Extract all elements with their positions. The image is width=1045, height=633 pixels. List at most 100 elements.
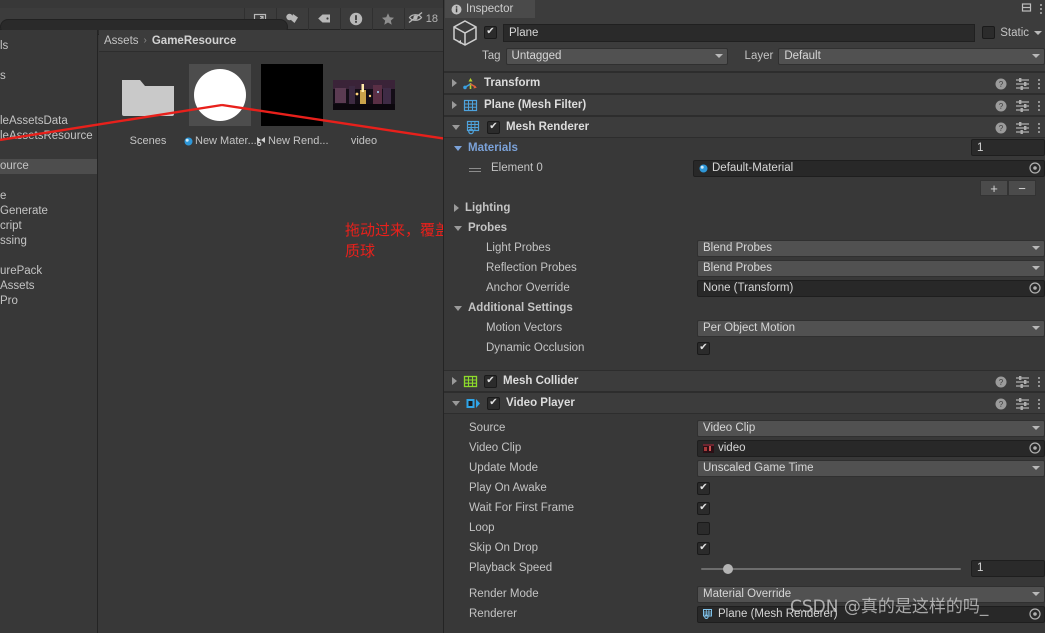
gameobject-enabled-checkbox[interactable]: [484, 26, 497, 39]
component-menu-icon[interactable]: [1038, 123, 1040, 133]
materials-count-field[interactable]: 1: [971, 139, 1045, 156]
motion-vectors-dropdown[interactable]: Per Object Motion: [697, 319, 1045, 337]
probes-section-header[interactable]: Probes: [444, 218, 1045, 238]
foldout-arrow-icon[interactable]: [454, 225, 462, 231]
help-icon[interactable]: ?: [995, 78, 1007, 90]
skip-on-drop-checkbox[interactable]: [697, 541, 710, 555]
preset-icon[interactable]: [1016, 100, 1029, 112]
foldout-arrow-icon[interactable]: [452, 377, 457, 385]
tree-item-6[interactable]: Generate: [0, 204, 97, 219]
help-icon[interactable]: ?: [995, 122, 1007, 134]
breadcrumb[interactable]: Assets › GameResource: [99, 30, 443, 52]
property-row-renderer: Renderer Plane (Mesh Renderer): [444, 604, 1045, 624]
help-icon[interactable]: ?: [995, 398, 1007, 410]
material-element-objectfield[interactable]: Default-Material: [693, 159, 1045, 177]
chevron-down-icon: [714, 54, 723, 58]
preset-icon[interactable]: [1016, 376, 1029, 388]
additional-settings-section-header[interactable]: Additional Settings: [444, 298, 1045, 318]
component-enabled-checkbox[interactable]: [487, 396, 500, 410]
source-dropdown[interactable]: Video Clip: [697, 419, 1045, 437]
preset-icon[interactable]: [1016, 78, 1029, 90]
tree-item-1[interactable]: s: [0, 69, 97, 84]
tree-item-gameresource[interactable]: ource: [0, 159, 97, 174]
play-on-awake-checkbox[interactable]: [697, 481, 710, 495]
tree-item-8[interactable]: ssing: [0, 234, 97, 249]
component-header-mesh-renderer[interactable]: Mesh Renderer ?: [444, 116, 1045, 138]
component-menu-icon[interactable]: [1038, 399, 1040, 409]
breadcrumb-current[interactable]: GameResource: [152, 35, 236, 47]
gameobject-name-input[interactable]: Plane: [503, 23, 976, 42]
help-icon[interactable]: ?: [995, 100, 1007, 112]
hidden-assets-counter[interactable]: 18: [403, 7, 443, 30]
object-picker-icon[interactable]: [1029, 608, 1041, 620]
component-menu-icon[interactable]: [1038, 79, 1040, 89]
mesh-renderer-icon: [466, 120, 480, 134]
preset-icon[interactable]: [1016, 398, 1029, 410]
tree-item-5[interactable]: e: [0, 189, 97, 204]
label-icon[interactable]: [307, 7, 340, 30]
remove-material-button[interactable]: −: [1008, 180, 1036, 196]
chevron-down-icon: [1032, 426, 1040, 430]
static-dropdown-caret-icon[interactable]: [1034, 30, 1042, 35]
lock-icon[interactable]: [1021, 2, 1032, 16]
component-header-video-player[interactable]: Video Player ?: [444, 392, 1045, 414]
component-header-mesh-filter[interactable]: Plane (Mesh Filter) ?: [444, 94, 1045, 116]
foldout-arrow-icon[interactable]: [452, 101, 457, 109]
playback-speed-value[interactable]: 1: [971, 559, 1045, 577]
lighting-section-header[interactable]: Lighting: [444, 198, 1045, 218]
tree-item-3[interactable]: leAssetsResource: [0, 129, 97, 144]
component-header-mesh-collider[interactable]: Mesh Collider ?: [444, 370, 1045, 392]
component-enabled-checkbox[interactable]: [487, 120, 500, 134]
tag-dropdown[interactable]: Untagged: [505, 47, 728, 65]
tree-item-10[interactable]: Assets: [0, 279, 97, 294]
tree-item-7[interactable]: cript: [0, 219, 97, 234]
tree-item-9[interactable]: urePack: [0, 264, 97, 279]
render-mode-dropdown[interactable]: Material Override: [697, 585, 1045, 603]
component-enabled-checkbox[interactable]: [484, 374, 497, 388]
renderer-objectfield[interactable]: Plane (Mesh Renderer): [697, 605, 1045, 623]
video-clip-objectfield[interactable]: video: [697, 439, 1045, 457]
component-header-transform[interactable]: Transform ?: [444, 72, 1045, 94]
favorite-icon[interactable]: [371, 7, 404, 30]
drag-handle-icon[interactable]: [469, 167, 485, 169]
help-icon[interactable]: ?: [995, 376, 1007, 388]
reflection-probes-dropdown[interactable]: Blend Probes: [697, 259, 1045, 277]
foldout-arrow-icon[interactable]: [452, 79, 457, 87]
tree-item-0[interactable]: ls: [0, 39, 97, 54]
warning-icon[interactable]: [339, 7, 372, 30]
asset-item-new-material[interactable]: New Mater...: [184, 64, 257, 147]
asset-item-scenes[interactable]: Scenes: [117, 64, 179, 147]
add-material-button[interactable]: +: [980, 180, 1008, 196]
slider-knob[interactable]: [723, 563, 733, 574]
object-picker-icon[interactable]: [1029, 162, 1041, 174]
materials-section-header[interactable]: Materials 1: [444, 138, 1045, 158]
object-picker-icon[interactable]: [1029, 282, 1041, 294]
material-element-row[interactable]: Element 0 Default-Material: [444, 158, 1045, 178]
asset-item-new-render-texture[interactable]: New Rend...: [257, 64, 329, 147]
foldout-arrow-icon[interactable]: [452, 124, 460, 130]
layer-dropdown[interactable]: Default: [778, 47, 1045, 65]
preset-icon[interactable]: [1016, 122, 1029, 134]
update-mode-dropdown[interactable]: Unscaled Game Time: [697, 459, 1045, 477]
breadcrumb-root[interactable]: Assets: [104, 35, 139, 47]
foldout-arrow-icon[interactable]: [454, 204, 459, 212]
asset-item-video[interactable]: video: [333, 64, 395, 147]
foldout-arrow-icon[interactable]: [454, 145, 462, 151]
component-menu-icon[interactable]: [1038, 377, 1040, 387]
loop-checkbox[interactable]: [697, 521, 710, 535]
tree-item-11[interactable]: Pro: [0, 294, 97, 309]
project-folder-tree[interactable]: ls s leAssetsData leAssetsResource ource…: [0, 30, 98, 633]
foldout-arrow-icon[interactable]: [454, 305, 462, 311]
dynamic-occlusion-checkbox[interactable]: [697, 341, 710, 355]
foldout-arrow-icon[interactable]: [452, 400, 460, 406]
tab-inspector[interactable]: Inspector: [445, 0, 535, 18]
anchor-override-objectfield[interactable]: None (Transform): [697, 279, 1045, 297]
light-probes-dropdown[interactable]: Blend Probes: [697, 239, 1045, 257]
inspector-menu-icon[interactable]: [1040, 4, 1042, 14]
object-picker-icon[interactable]: [1029, 442, 1041, 454]
wait-for-first-frame-checkbox[interactable]: [697, 501, 710, 515]
playback-speed-slider[interactable]: [697, 560, 965, 577]
static-checkbox[interactable]: [982, 26, 996, 39]
component-menu-icon[interactable]: [1038, 101, 1040, 111]
tree-item-2[interactable]: leAssetsData: [0, 114, 97, 129]
